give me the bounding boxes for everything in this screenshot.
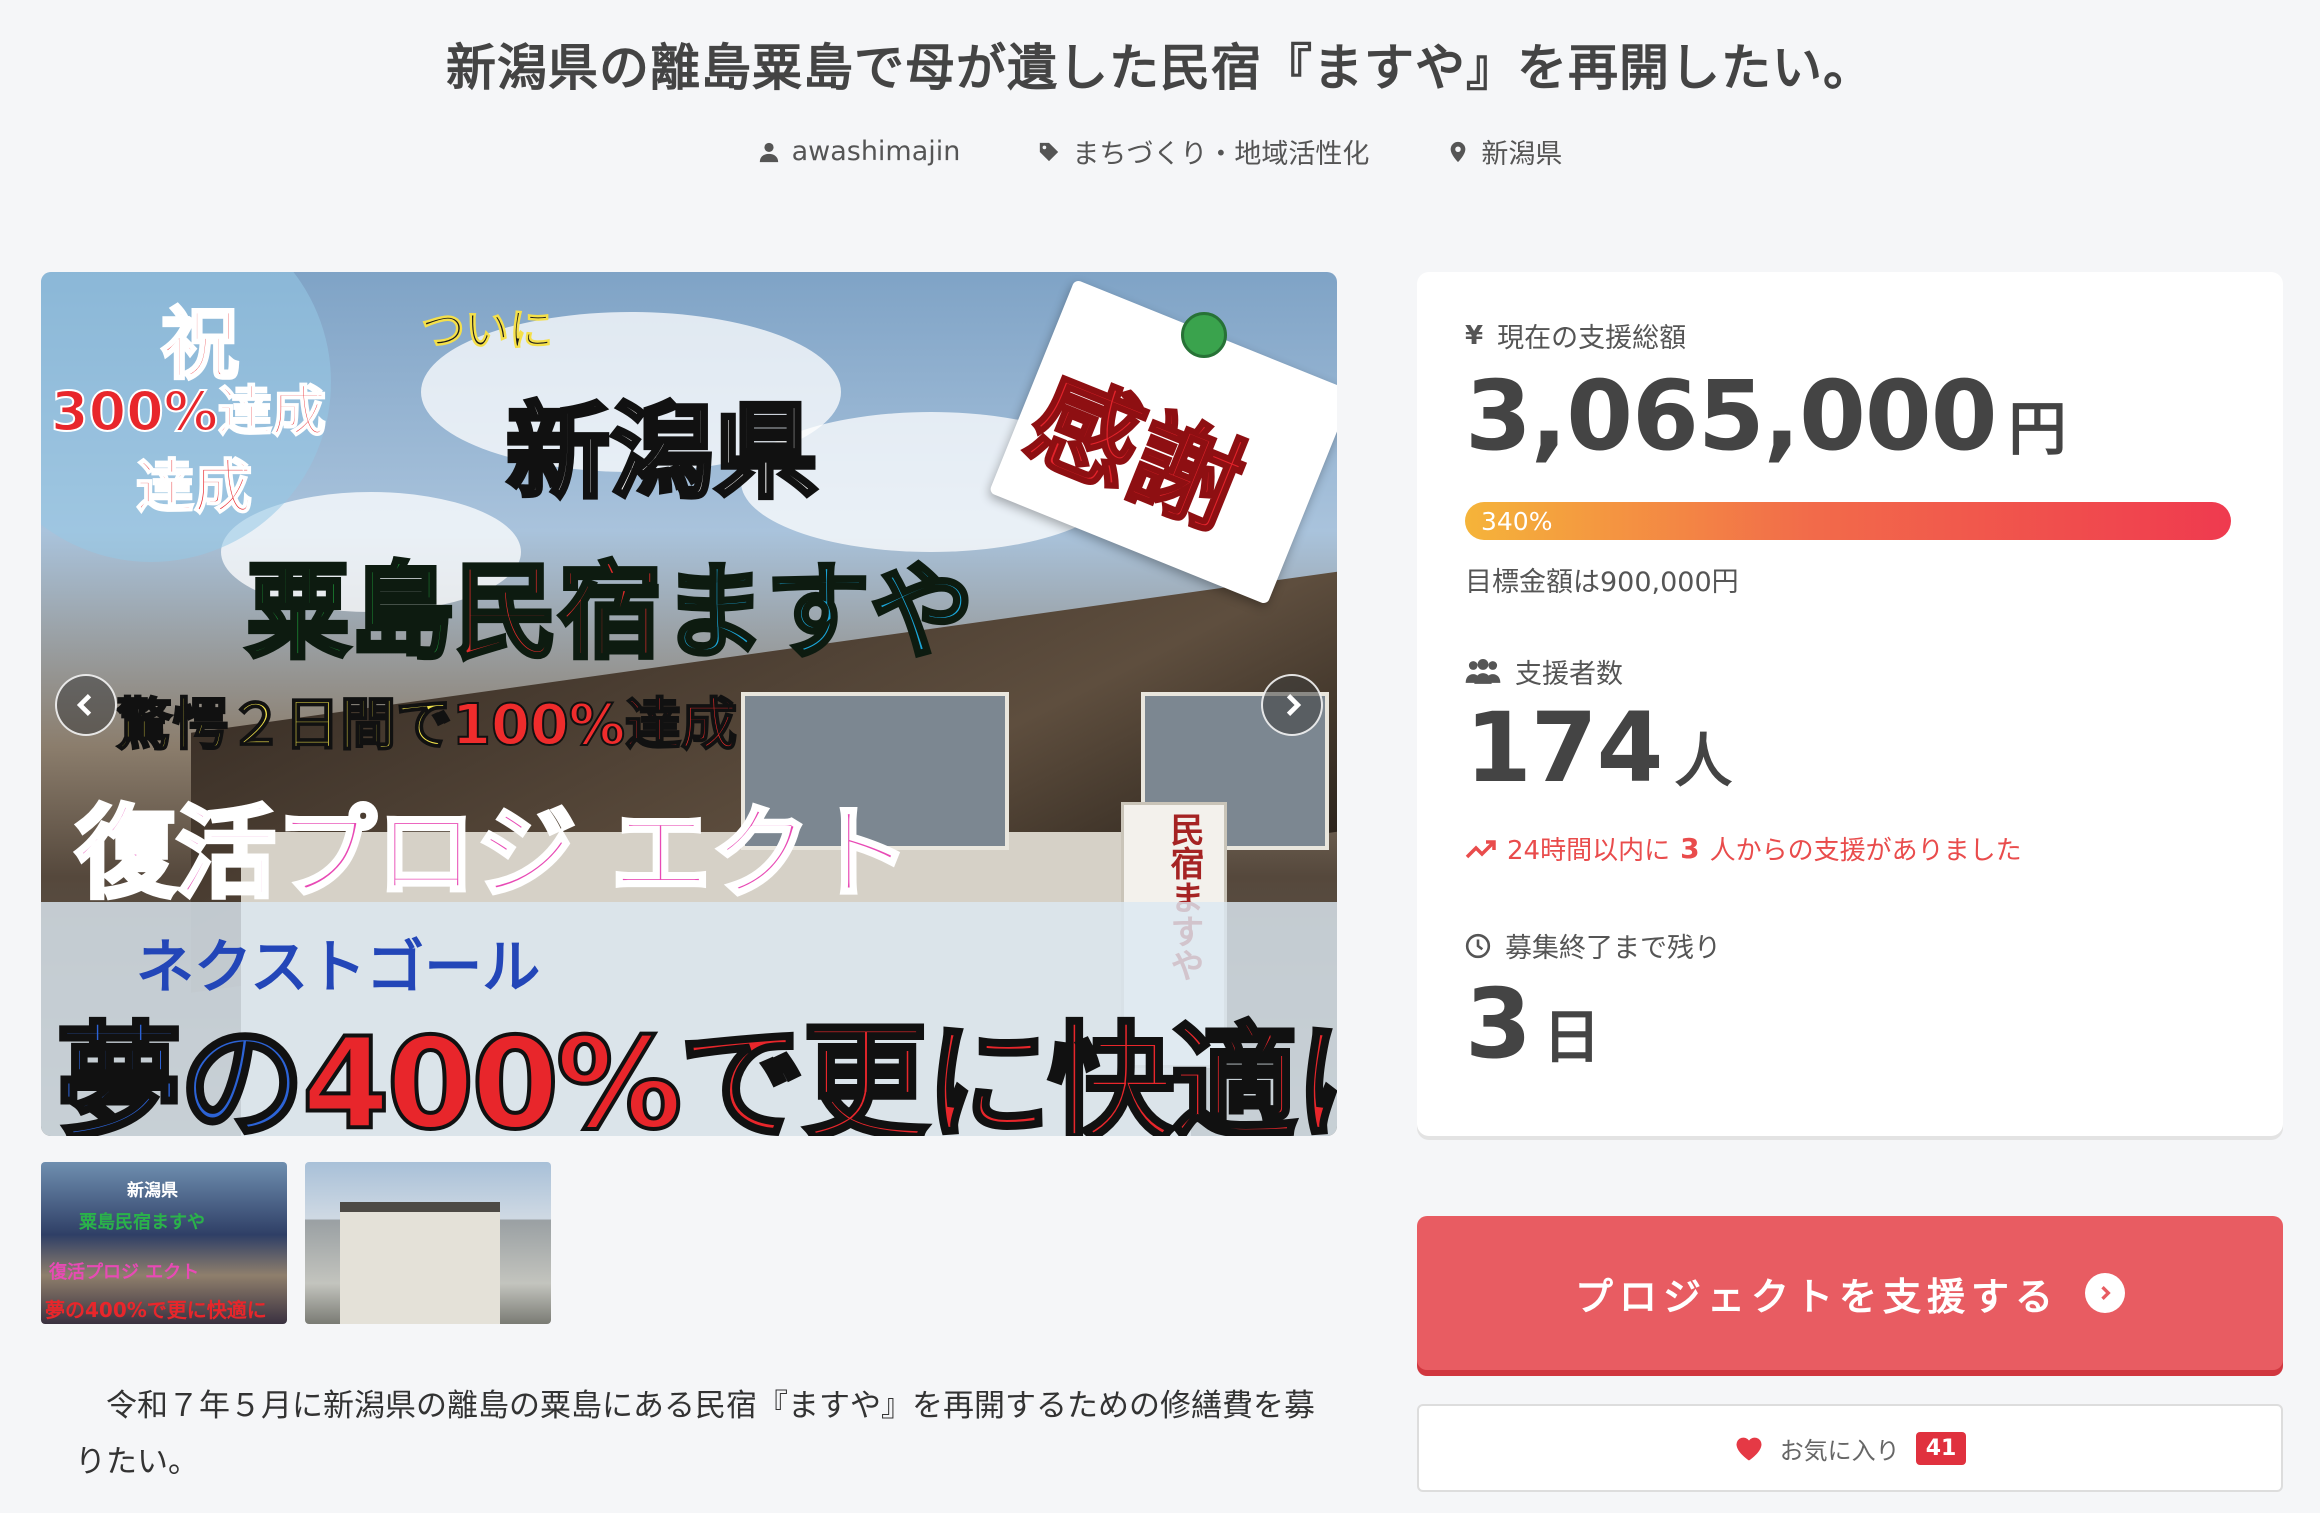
hero-text-300: 300%達成	[50, 379, 327, 444]
hero-text-kyogaku-a: 驚愕２日間で	[115, 692, 453, 759]
favorite-label: お気に入り	[1779, 1436, 1900, 1465]
user-icon	[759, 142, 778, 162]
thumbnail-strip: 新潟県 粟島民宿ますや 復活プロジ エクト 夢の400%で更に快適に	[41, 1162, 551, 1324]
trending-up-icon	[1465, 839, 1496, 858]
tag-icon	[1040, 142, 1059, 161]
chevron-left-icon	[76, 694, 92, 716]
thumbnail-banner-text: 粟島民宿ますや	[79, 1212, 205, 1233]
remaining-days: 3日	[1465, 968, 1601, 1080]
clock-icon	[1465, 933, 1491, 958]
hero-text-masuya: ますや	[660, 549, 976, 675]
category-link[interactable]: まちづくり・地域活性化	[1038, 132, 1369, 171]
remaining-label-text: 募集終了まで残り	[1505, 933, 1721, 964]
remaining-days-value: 3	[1465, 968, 1532, 1080]
yen-icon: ¥	[1465, 320, 1484, 351]
chevron-right-icon	[1286, 694, 1302, 716]
users-icon	[1465, 658, 1501, 684]
supporters-count: 174 人	[1465, 692, 1732, 804]
hero-text-yume-b: 400%で更に快適に	[300, 1008, 1337, 1136]
thumbnail-photo[interactable]	[305, 1162, 551, 1324]
location-link[interactable]: 新潟県	[1447, 132, 1562, 171]
push-pin-icon	[1181, 312, 1227, 358]
funding-stats-panel: ¥ 現在の支援総額 3,065,000 円 340% 目標金額は900,000円 …	[1417, 272, 2283, 1136]
carousel-prev-button[interactable]	[55, 674, 117, 736]
hero-text-niigata: 新潟県	[504, 389, 820, 515]
author-name: awashimajin	[791, 136, 961, 167]
remaining-label: 募集終了まで残り	[1465, 926, 1721, 965]
total-label-text: 現在の支援総額	[1497, 323, 1687, 354]
description-text: 令和７年５月に新潟県の離島の粟島にある民宿『ますや』を再開するための修繕費を募り…	[75, 1388, 1315, 1480]
hero-text-tassei: 達成	[135, 452, 253, 522]
total-amount-unit: 円	[2008, 395, 2067, 463]
hero-text-awashima: 粟島民宿ますや	[244, 527, 976, 678]
progress-text: 340%	[1481, 506, 1553, 536]
thumbnail-banner-text: 夢の400%で更に快適に	[45, 1298, 267, 1322]
hero-text-minshuku: 民宿	[452, 549, 664, 675]
hero-text-kyogaku-b: 100%達成	[451, 692, 738, 759]
map-pin-icon	[1451, 141, 1466, 162]
supporters-count-unit: 人	[1674, 727, 1733, 795]
supporters-label-text: 支援者数	[1515, 659, 1623, 690]
thumbnail-banner[interactable]: 新潟県 粟島民宿ますや 復活プロジ エクト 夢の400%で更に快適に	[41, 1162, 287, 1324]
hero-text-yume: 夢の400%で更に快適に	[54, 982, 1337, 1136]
supporters-count-value: 174	[1465, 692, 1663, 804]
heart-icon	[1736, 1437, 1762, 1461]
total-amount: 3,065,000 円	[1465, 360, 2067, 472]
thumbnail-house-shape	[340, 1202, 500, 1324]
project-description: 令和７年５月に新潟県の離島の粟島にある民宿『ますや』を再開するための修繕費を募り…	[75, 1378, 1335, 1490]
trend-count: 3	[1680, 832, 1700, 865]
project-title: 新潟県の離島粟島で母が遺した民宿『ますや』を再開したい。	[446, 39, 1874, 97]
trend-prefix: 24時間以内に	[1507, 836, 1671, 866]
carousel-next-button[interactable]	[1261, 674, 1323, 736]
recent-support-trend: 24時間以内に 3 人からの支援がありました	[1465, 830, 2022, 867]
project-meta: awashimajin まちづくり・地域活性化 新潟県	[0, 132, 2320, 171]
supporters-label: 支援者数	[1465, 652, 1623, 691]
chevron-right-circle-icon	[2085, 1273, 2125, 1313]
remaining-days-unit: 日	[1542, 1003, 1601, 1071]
author-link[interactable]: awashimajin	[758, 132, 961, 171]
thumbnail-banner-text: 復活プロジ エクト	[49, 1262, 200, 1283]
goal-amount: 目標金額は900,000円	[1465, 567, 1739, 598]
favorite-button[interactable]: お気に入り 41	[1417, 1404, 2283, 1492]
total-amount-value: 3,065,000	[1465, 360, 1998, 472]
hero-text-fukkatsu: 復活プロジ エクト	[74, 793, 913, 914]
hero-text-yume-a: 夢の	[54, 1008, 307, 1136]
support-project-button[interactable]: プロジェクトを支援する	[1417, 1216, 2283, 1370]
total-label: ¥ 現在の支援総額	[1465, 316, 1686, 355]
favorite-count-badge: 41	[1915, 1431, 1967, 1465]
location-name: 新潟県	[1481, 139, 1563, 170]
hero-text-kyogaku: 驚愕２日間で100%達成	[115, 680, 738, 761]
thumbnail-banner-text: 新潟県	[127, 1181, 178, 1201]
support-project-label: プロジェクトを支援する	[1574, 1274, 2059, 1319]
category-name: まちづくり・地域活性化	[1072, 139, 1370, 170]
trend-suffix: 人からの支援がありました	[1709, 836, 2022, 866]
hero-text-awashima-island: 粟島	[244, 549, 456, 675]
progress-bar: 340%	[1465, 502, 2231, 540]
hero-carousel[interactable]: 祝 300%達成 達成 ついに 新潟県 感謝 粟島民宿ますや 驚愕２日間で100…	[41, 272, 1337, 1136]
hero-text-tsuini: ついに	[421, 305, 554, 357]
